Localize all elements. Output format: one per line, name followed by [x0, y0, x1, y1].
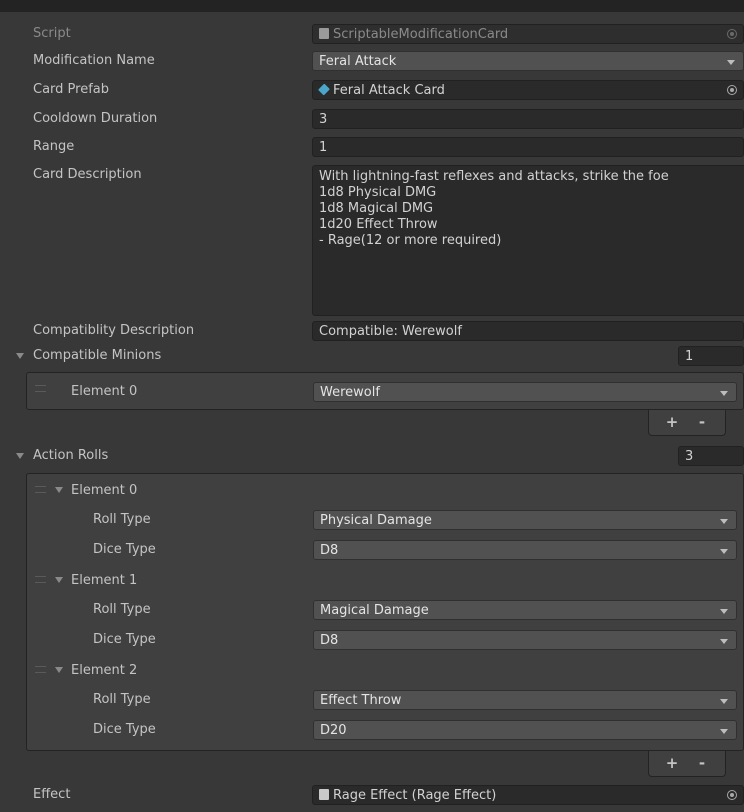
effect-label: Effect — [33, 787, 71, 802]
dropdown-arrow-icon — [720, 699, 728, 704]
object-picker-icon[interactable] — [727, 85, 737, 95]
script-field: ScriptableModificationCard — [312, 24, 744, 44]
compatible-minions-label: Compatible Minions — [33, 348, 162, 363]
card-description-line: - Rage(12 or more required) — [319, 233, 502, 248]
add-element-button[interactable]: + — [663, 412, 681, 432]
compatible-minions-footer: + - — [648, 410, 726, 436]
action-rolls-label: Action Rolls — [33, 448, 109, 463]
dice-type-value: D20 — [320, 723, 347, 738]
dropdown-arrow-icon — [720, 729, 728, 734]
drag-handle-icon[interactable] — [35, 385, 46, 392]
compatibility-description-input[interactable]: Compatible: Werewolf — [312, 321, 744, 341]
add-element-button[interactable]: + — [663, 753, 681, 773]
script-row: Script ScriptableModificationCard — [0, 23, 744, 45]
range-label: Range — [33, 139, 75, 154]
card-prefab-value: Feral Attack Card — [333, 83, 445, 98]
dice-type-dropdown[interactable]: D8 — [313, 540, 737, 560]
cooldown-duration-input[interactable]: 3 — [312, 109, 744, 129]
dropdown-arrow-icon — [720, 391, 728, 396]
inspector-top-strip — [0, 0, 744, 12]
drag-handle-icon[interactable] — [35, 666, 46, 673]
modification-name-label: Modification Name — [33, 53, 155, 68]
effect-field[interactable]: Rage Effect (Rage Effect) — [312, 785, 744, 805]
remove-element-button[interactable]: - — [693, 412, 711, 432]
card-description-textarea[interactable]: With lightning-fast reflexes and attacks… — [312, 165, 744, 316]
drag-handle-icon[interactable] — [35, 486, 46, 493]
roll-type-dropdown[interactable]: Physical Damage — [313, 510, 737, 530]
card-description-line: 1d8 Physical DMG — [319, 185, 437, 200]
foldout-arrow-icon[interactable] — [55, 667, 63, 673]
script-value: ScriptableModificationCard — [333, 27, 509, 42]
roll-type-label: Roll Type — [93, 512, 151, 527]
element-label: Element 0 — [71, 483, 138, 498]
dice-type-label: Dice Type — [93, 542, 156, 557]
dropdown-arrow-icon — [720, 609, 728, 614]
action-rolls-list: Element 0 Roll Type Physical Damage Dice… — [26, 473, 744, 751]
dropdown-arrow-icon — [720, 519, 728, 524]
prefab-cube-icon — [318, 83, 330, 96]
effect-value: Rage Effect (Rage Effect) — [333, 788, 497, 803]
card-description-label: Card Description — [33, 167, 142, 182]
dice-type-dropdown[interactable]: D8 — [313, 630, 737, 650]
foldout-arrow-icon[interactable] — [55, 487, 63, 493]
dropdown-arrow-icon — [720, 549, 728, 554]
modification-name-value: Feral Attack — [319, 54, 397, 69]
cooldown-duration-row: Cooldown Duration 3 — [0, 108, 744, 130]
scriptable-asset-icon — [319, 789, 329, 800]
dice-type-dropdown[interactable]: D20 — [313, 720, 737, 740]
modification-name-row: Modification Name Feral Attack — [0, 50, 744, 72]
dice-type-label: Dice Type — [93, 722, 156, 737]
script-icon — [319, 28, 329, 39]
inspector-panel: Script ScriptableModificationCard Modifi… — [0, 0, 744, 812]
dice-type-value: D8 — [320, 543, 339, 558]
roll-type-value: Effect Throw — [320, 693, 402, 708]
card-prefab-row: Card Prefab Feral Attack Card — [0, 79, 744, 101]
foldout-arrow-icon[interactable] — [16, 353, 24, 359]
dropdown-arrow-icon — [720, 639, 728, 644]
dropdown-arrow-icon — [727, 60, 735, 65]
compatibility-description-label: Compatiblity Description — [33, 323, 195, 338]
drag-handle-icon[interactable] — [35, 576, 46, 583]
card-description-line: With lightning-fast reflexes and attacks… — [319, 169, 669, 184]
foldout-arrow-icon[interactable] — [16, 453, 24, 459]
compatibility-description-row: Compatiblity Description Compatible: Wer… — [0, 320, 744, 342]
element-label: Element 0 — [71, 384, 138, 399]
foldout-arrow-icon[interactable] — [55, 577, 63, 583]
script-label: Script — [33, 26, 71, 41]
range-input[interactable]: 1 — [312, 137, 744, 157]
card-prefab-field[interactable]: Feral Attack Card — [312, 80, 744, 100]
card-description-line: 1d8 Magical DMG — [319, 201, 434, 216]
element-label: Element 1 — [71, 573, 138, 588]
compatible-minions-size-input[interactable]: 1 — [678, 346, 744, 366]
card-prefab-label: Card Prefab — [33, 82, 110, 97]
action-rolls-footer: + - — [648, 751, 726, 777]
roll-type-value: Magical Damage — [320, 603, 429, 618]
element-label: Element 2 — [71, 663, 138, 678]
dice-type-label: Dice Type — [93, 632, 156, 647]
effect-row: Effect Rage Effect (Rage Effect) — [0, 784, 744, 806]
action-rolls-header[interactable]: Action Rolls 3 — [0, 445, 744, 467]
card-description-line: 1d20 Effect Throw — [319, 217, 438, 232]
roll-type-value: Physical Damage — [320, 513, 432, 528]
dice-type-value: D8 — [320, 633, 339, 648]
modification-name-dropdown[interactable]: Feral Attack — [312, 51, 744, 71]
action-rolls-size-input[interactable]: 3 — [678, 446, 744, 466]
compatible-minion-dropdown[interactable]: Werewolf — [313, 382, 737, 402]
roll-type-dropdown[interactable]: Magical Damage — [313, 600, 737, 620]
object-picker-icon — [727, 29, 737, 39]
roll-type-dropdown[interactable]: Effect Throw — [313, 690, 737, 710]
remove-element-button[interactable]: - — [693, 753, 711, 773]
cooldown-duration-label: Cooldown Duration — [33, 111, 158, 126]
roll-type-label: Roll Type — [93, 692, 151, 707]
roll-type-label: Roll Type — [93, 602, 151, 617]
compatible-minions-header[interactable]: Compatible Minions 1 — [0, 345, 744, 367]
compatible-minion-value: Werewolf — [320, 385, 380, 400]
compatible-minions-list: Element 0 Werewolf — [26, 372, 744, 410]
object-picker-icon[interactable] — [727, 790, 737, 800]
range-row: Range 1 — [0, 136, 744, 158]
